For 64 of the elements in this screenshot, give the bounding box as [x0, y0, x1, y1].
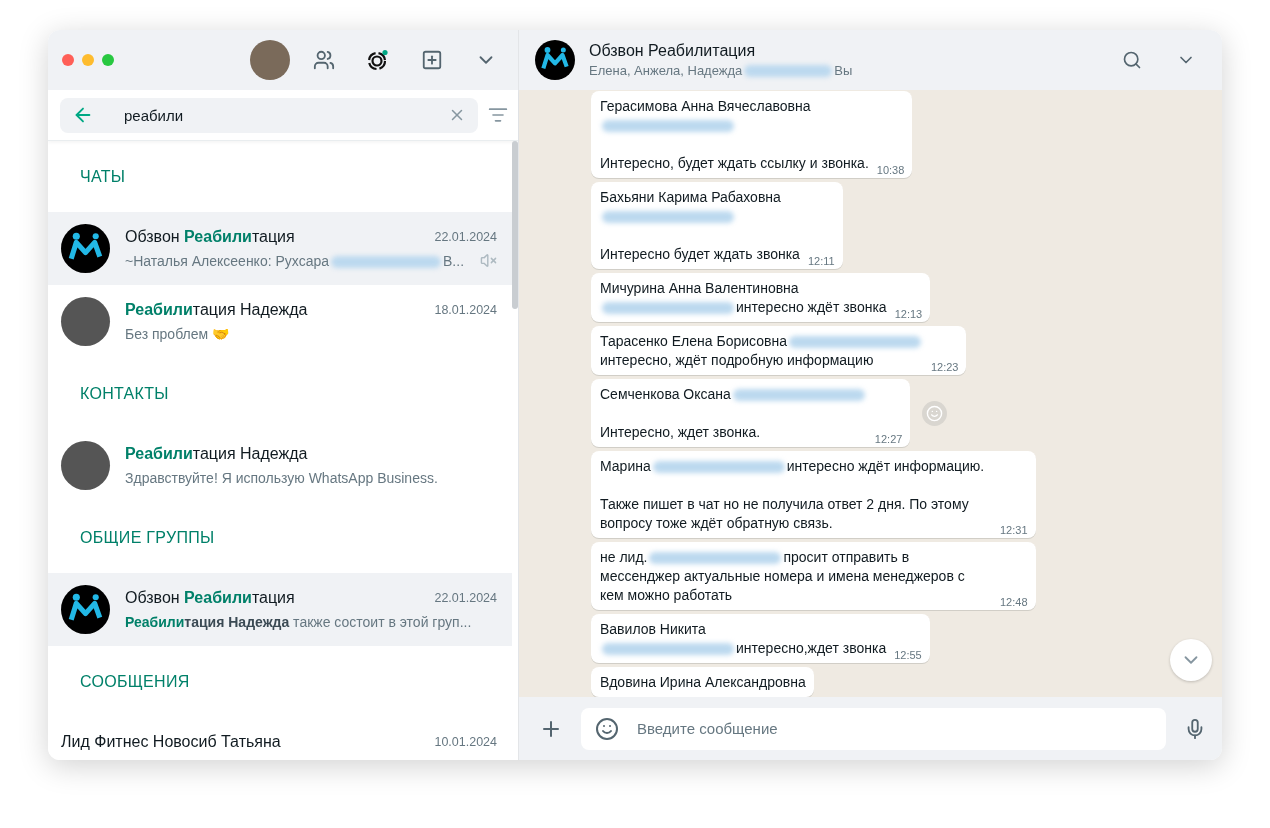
section-title: ОБЩИЕ ГРУППЫ [79, 527, 216, 548]
chat-title: Реабилитация Надежда [125, 444, 309, 463]
group-logo-icon [535, 40, 575, 80]
chat-preview: Здравствуйте! Я использую WhatsApp Business. [125, 469, 439, 486]
scroll-down-button[interactable] [1170, 639, 1212, 681]
search-input[interactable]: реабили [108, 105, 434, 125]
window-close-button[interactable] [62, 54, 74, 66]
filter-icon[interactable] [488, 105, 508, 125]
message-text: Также пишет в чат но не получила ответ 2 дня. По этому вопросу тоже ждёт обратную связь. [600, 495, 970, 533]
message-text: Семченкова Оксана [600, 385, 867, 404]
section-title: ЧАТЫ [79, 166, 127, 187]
message-text: интересно, ждёт подробную информацию [600, 351, 875, 370]
message-text: интересно ждёт звонка [600, 298, 887, 317]
chat-title: Лид Фитнес Новосиб Татьяна [61, 732, 282, 751]
message-text: Вдовина Ирина Александровна [600, 673, 806, 692]
chat-date: 10.01.2024 [434, 734, 497, 749]
scrollbar-thumb[interactable] [512, 141, 518, 309]
chat-preview: Без проблем 🤝 [125, 325, 230, 342]
chat-title: Реабилитация Надежда [125, 300, 309, 319]
chat-title: Обзвон Реабилитация [125, 227, 296, 246]
message-text: Герасимова Анна Вячеславовна [600, 97, 812, 116]
message-text: Тарасенко Елена Борисовна [600, 332, 923, 351]
message-text: Интересно, ждет звонка. [600, 423, 762, 442]
chat-date: 18.01.2024 [434, 302, 497, 317]
message-time: 12:13 [894, 308, 923, 320]
message-text: Мичурина Анна Валентиновна [600, 279, 800, 298]
message-time: 12:55 [894, 649, 922, 661]
photo-placeholder [61, 441, 110, 490]
emoji-reaction-button[interactable] [922, 400, 948, 426]
window-maximize-button[interactable] [102, 54, 114, 66]
chat-list-item[interactable]: Обзвон Реабилитация 22.01.2024 ~Наталья Алексеенко: Рухсара В... [48, 212, 512, 285]
chat-preview: ~Наталья Алексеенко: Рухсара В... [125, 252, 466, 269]
section-title: СООБЩЕНИЯ [79, 671, 191, 692]
group-logo-icon [61, 585, 110, 634]
chat-list-item[interactable]: Лид Фитнес Новосиб Татьяна 10.01.2024 [48, 717, 512, 760]
message-text: Интересно будет ждать звонка [600, 245, 800, 264]
chat-title: Обзвон Реабилитация [589, 42, 757, 60]
message-text: интересно,ждет звонка [600, 639, 887, 658]
message-time: 12:11 [807, 255, 835, 267]
message-time: 10:38 [876, 164, 905, 176]
group-logo-icon [61, 224, 110, 273]
message-text: Бахьяни Карима Рабаховна [600, 188, 782, 207]
chat-participants: Вы [834, 63, 853, 78]
section-title: КОНТАКТЫ [79, 383, 170, 404]
message-text: не лид. просит отправить в мессенджер актуальные номера и имена менеджеров с кем можно работать [600, 548, 966, 605]
message-time: 12:23 [930, 361, 959, 373]
chat-date: 22.01.2024 [434, 229, 497, 244]
search-field[interactable]: реабили [60, 97, 478, 133]
chat-preview: Реабилитация Надежда также состоит в этой груп... [125, 613, 473, 630]
chat-date: 22.01.2024 [434, 590, 497, 605]
emoji-icon[interactable] [595, 716, 619, 741]
window-minimize-button[interactable] [82, 54, 94, 66]
message-time: 12:27 [874, 433, 903, 445]
message-text: Интересно, будет ждать ссылку и звонка. [600, 154, 869, 173]
message-time: 12:48 [1000, 596, 1028, 608]
message-text: Вавилов Никита [600, 620, 707, 639]
message-input-field[interactable]: Введите сообщение [581, 707, 1166, 750]
chat-list-item[interactable]: Обзвон Реабилитация 22.01.2024 Реабилитация Надежда также состоит в этой груп... [48, 573, 512, 646]
message-text: Марина интересно ждёт информацию. [600, 457, 986, 476]
photo-placeholder [61, 297, 110, 346]
profile-photo-placeholder[interactable] [250, 40, 290, 80]
chat-title: Обзвон Реабилитация [125, 588, 296, 607]
chat-participants: Елена, Анжела, Надежда [589, 63, 743, 78]
message-time: 12:31 [1000, 524, 1028, 536]
